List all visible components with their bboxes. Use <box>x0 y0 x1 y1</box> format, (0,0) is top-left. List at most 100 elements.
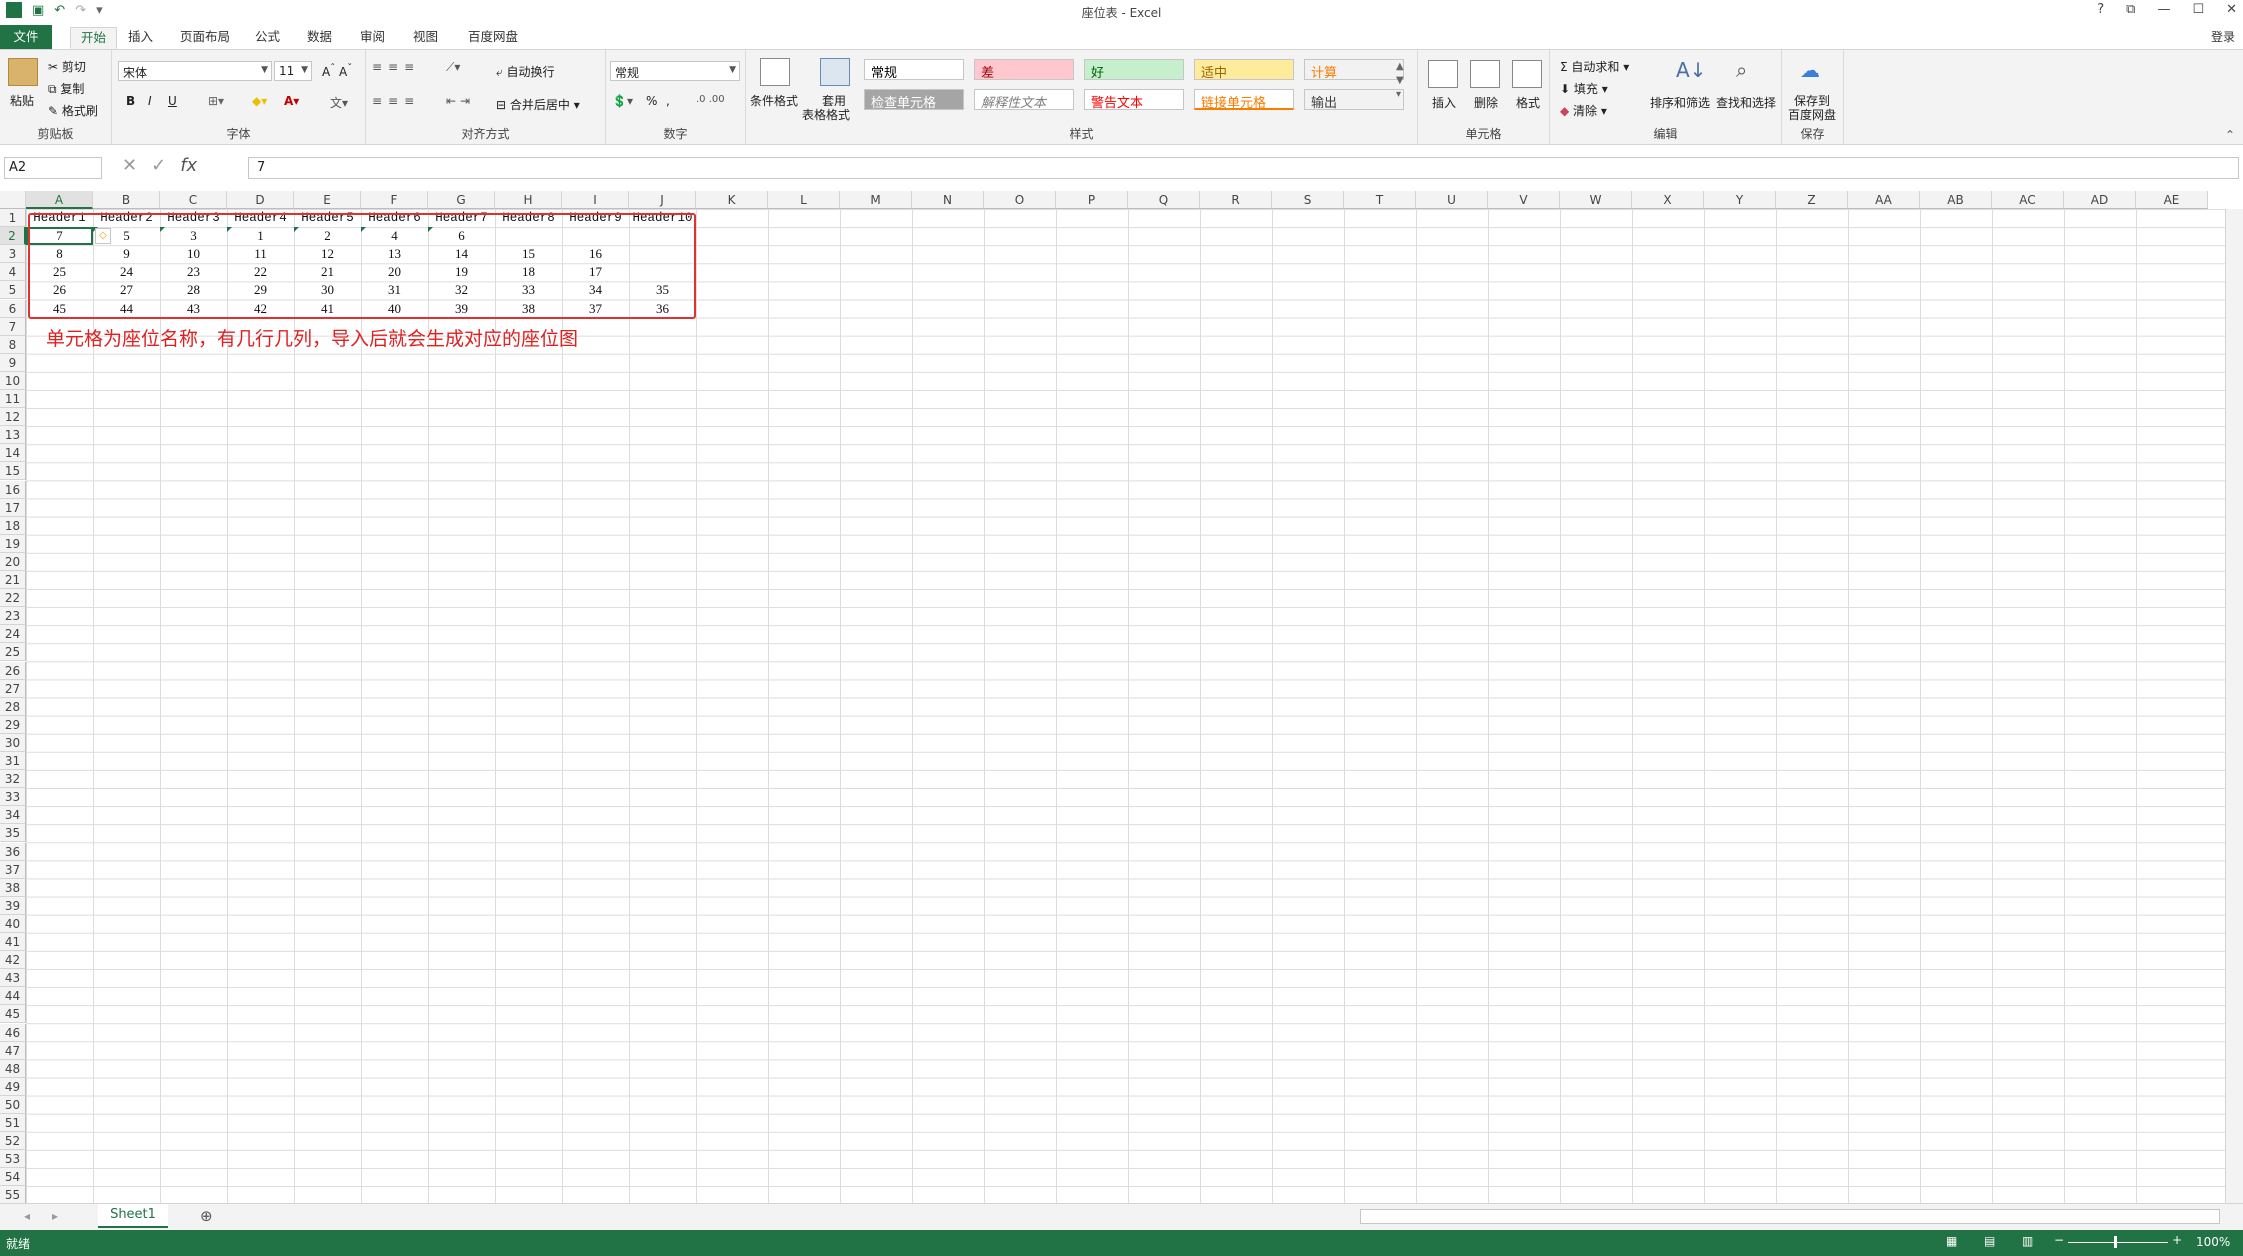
row-header-53[interactable]: 53 <box>0 1150 26 1169</box>
indent-icons[interactable]: ⇤⇥ <box>446 94 474 108</box>
row-header-33[interactable]: 33 <box>0 788 26 807</box>
column-header-j[interactable]: J <box>629 191 696 209</box>
column-header-i[interactable]: I <box>562 191 629 209</box>
row-header-54[interactable]: 54 <box>0 1168 26 1187</box>
percent-button[interactable]: % <box>646 94 657 108</box>
close-button[interactable]: ✕ <box>2226 2 2237 17</box>
column-header-z[interactable]: Z <box>1776 191 1848 209</box>
row-header-32[interactable]: 32 <box>0 770 26 789</box>
zoom-slider[interactable] <box>2068 1242 2168 1243</box>
decimal-icons[interactable]: .0 .00 <box>696 94 725 105</box>
column-header-ad[interactable]: AD <box>2064 191 2136 209</box>
paste-button[interactable]: 粘贴 <box>10 92 34 109</box>
fill-color-icon[interactable]: ◆▾ <box>252 94 267 108</box>
row-header-29[interactable]: 29 <box>0 715 26 734</box>
row-header-16[interactable]: 16 <box>0 480 26 499</box>
row-header-24[interactable]: 24 <box>0 625 26 644</box>
column-header-q[interactable]: Q <box>1128 191 1200 209</box>
row-header-22[interactable]: 22 <box>0 589 26 608</box>
column-header-ae[interactable]: AE <box>2136 191 2208 209</box>
sort-filter-button[interactable]: 排序和筛选 <box>1650 94 1710 111</box>
vertical-scrollbar[interactable] <box>2225 209 2243 1203</box>
row-header-47[interactable]: 47 <box>0 1041 26 1060</box>
cell-style-7[interactable]: 警告文本 <box>1084 89 1184 111</box>
cell-style-5[interactable]: 检查单元格 <box>864 89 964 111</box>
zoom-level[interactable]: 100% <box>2196 1235 2230 1249</box>
row-header-44[interactable]: 44 <box>0 987 26 1006</box>
row-header-14[interactable]: 14 <box>0 444 26 463</box>
login-link[interactable]: 登录 <box>2211 28 2235 45</box>
cut-button[interactable]: ✂ 剪切 <box>48 58 86 75</box>
row-header-8[interactable]: 8 <box>0 335 26 354</box>
help-button[interactable]: ? <box>2097 2 2104 17</box>
tab-view[interactable]: 视图 <box>403 27 448 49</box>
binoculars-icon[interactable]: ⌕ <box>1736 58 1747 82</box>
underline-button[interactable]: U <box>168 94 177 108</box>
insert-button[interactable]: 插入 <box>1432 94 1456 111</box>
maximize-button[interactable]: ☐ <box>2192 2 2204 17</box>
tab-file[interactable]: 文件 <box>0 25 52 49</box>
row-header-4[interactable]: 4 <box>0 263 26 282</box>
currency-icon[interactable]: 💲▾ <box>612 94 633 108</box>
clear-button[interactable]: ◆ 清除 ▾ <box>1560 102 1607 119</box>
copy-button[interactable]: ⧉ 复制 <box>48 80 84 97</box>
cell-style-3[interactable]: 适中 <box>1194 59 1294 81</box>
fill-button[interactable]: ⬇ 填充 ▾ <box>1560 80 1608 97</box>
border-icon[interactable]: ⊞▾ <box>208 94 224 108</box>
row-header-28[interactable]: 28 <box>0 697 26 716</box>
row-header-18[interactable]: 18 <box>0 516 26 535</box>
cell-grid[interactable] <box>26 209 2225 1203</box>
find-select-button[interactable]: 查找和选择 <box>1716 94 1776 111</box>
column-header-m[interactable]: M <box>840 191 912 209</box>
column-header-o[interactable]: O <box>984 191 1056 209</box>
row-header-21[interactable]: 21 <box>0 571 26 590</box>
row-header-51[interactable]: 51 <box>0 1114 26 1133</box>
row-header-10[interactable]: 10 <box>0 371 26 390</box>
column-header-n[interactable]: N <box>912 191 984 209</box>
tab-data[interactable]: 数据 <box>297 27 342 49</box>
row-header-23[interactable]: 23 <box>0 607 26 626</box>
add-sheet-icon[interactable]: ⊕ <box>200 1207 213 1225</box>
column-header-f[interactable]: F <box>361 191 428 209</box>
italic-button[interactable]: I <box>148 94 152 108</box>
row-header-46[interactable]: 46 <box>0 1023 26 1042</box>
row-header-52[interactable]: 52 <box>0 1132 26 1151</box>
column-header-a[interactable]: A <box>26 191 93 209</box>
row-header-2[interactable]: 2 <box>0 227 26 246</box>
delete-cells-icon[interactable] <box>1470 60 1500 88</box>
column-header-w[interactable]: W <box>1560 191 1632 209</box>
wrap-text-button[interactable]: ⤶ 自动换行 <box>496 63 555 80</box>
formula-input[interactable]: 7 <box>248 157 2239 179</box>
conditional-format-icon[interactable] <box>760 58 790 86</box>
column-header-t[interactable]: T <box>1344 191 1416 209</box>
row-header-55[interactable]: 55 <box>0 1186 26 1205</box>
orientation-icon[interactable]: ⟋▾ <box>446 60 460 75</box>
cancel-icon[interactable]: ✕ <box>122 155 137 176</box>
column-header-l[interactable]: L <box>768 191 840 209</box>
cell-style-9[interactable]: 输出 <box>1304 89 1404 111</box>
scroll-sheets-left-icon[interactable]: ◂ <box>24 1209 30 1223</box>
autosum-button[interactable]: Σ 自动求和 ▾ <box>1560 58 1629 75</box>
format-as-table-button-line2[interactable]: 表格格式 <box>802 106 850 123</box>
row-header-31[interactable]: 31 <box>0 752 26 771</box>
column-header-u[interactable]: U <box>1416 191 1488 209</box>
column-header-b[interactable]: B <box>93 191 160 209</box>
cell-style-2[interactable]: 好 <box>1084 59 1184 81</box>
page-break-view-icon[interactable]: ▥ <box>2022 1234 2033 1248</box>
row-header-37[interactable]: 37 <box>0 860 26 879</box>
row-header-35[interactable]: 35 <box>0 824 26 843</box>
tab-review[interactable]: 审阅 <box>350 27 395 49</box>
row-header-41[interactable]: 41 <box>0 933 26 952</box>
column-header-x[interactable]: X <box>1632 191 1704 209</box>
row-header-3[interactable]: 3 <box>0 245 26 264</box>
vertical-align-icons[interactable]: ≡≡≡ <box>372 60 420 74</box>
column-header-s[interactable]: S <box>1272 191 1344 209</box>
cell-style-0[interactable]: 常规 <box>864 59 964 81</box>
row-header-15[interactable]: 15 <box>0 462 26 481</box>
conditional-format-button[interactable]: 条件格式 <box>750 92 798 109</box>
column-header-y[interactable]: Y <box>1704 191 1776 209</box>
bold-button[interactable]: B <box>126 94 135 108</box>
row-header-34[interactable]: 34 <box>0 806 26 825</box>
comma-button[interactable]: , <box>666 94 670 108</box>
tab-insert[interactable]: 插入 <box>118 27 163 49</box>
